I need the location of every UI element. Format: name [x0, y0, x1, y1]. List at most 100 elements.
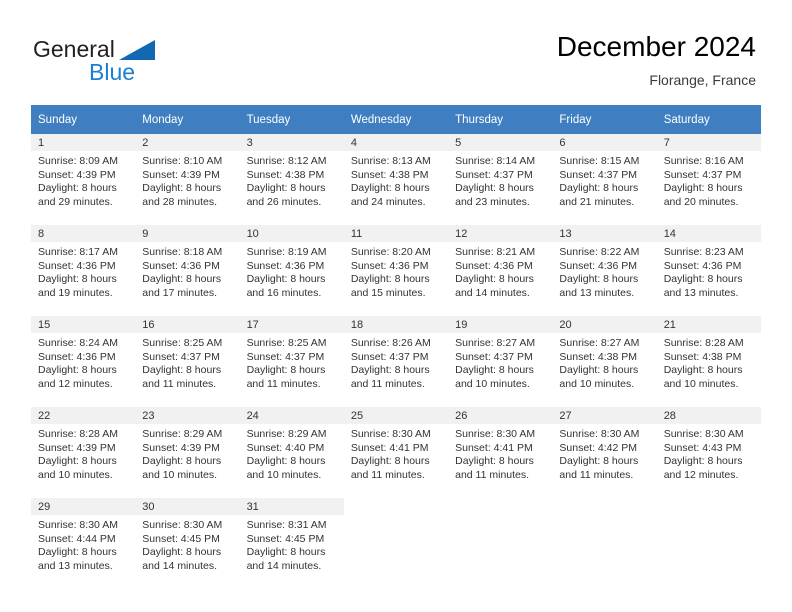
day-details: Sunrise: 8:24 AM Sunset: 4:36 PM Daylight:…: [31, 333, 135, 391]
sunset-time: Sunset: 4:36 PM: [142, 259, 220, 272]
calendar-day-cell[interactable]: 3 Sunrise: 8:12 AM Sunset: 4:38 PM Daylight…: [239, 134, 344, 218]
day-cell-inner: 22 Sunrise: 8:28 AM Sunset: 4:39 PM Dayligh…: [31, 407, 136, 490]
calendar-week-row: 22 Sunrise: 8:28 AM Sunset: 4:39 PM Dayligh…: [31, 407, 761, 491]
sunset-time: Sunset: 4:37 PM: [559, 168, 638, 181]
day-cell-inner: 10 Sunrise: 8:19 AM Sunset: 4:36 PM Dayligh…: [239, 225, 344, 308]
sunset-time: Sunset: 4:36 PM: [38, 350, 116, 363]
calendar-day-cell[interactable]: 9 Sunrise: 8:18 AM Sunset: 4:36 PM Daylight…: [135, 225, 240, 309]
sunset-time: Sunset: 4:39 PM: [38, 441, 116, 454]
day-cell-inner: 20 Sunrise: 8:27 AM Sunset: 4:38 PM Dayligh…: [552, 316, 657, 399]
week-separator-cell: [239, 308, 344, 316]
day-number: 16: [135, 316, 240, 333]
calendar-day-cell[interactable]: 21 Sunrise: 8:28 AM Sunset: 4:38 PM Dayligh…: [656, 316, 761, 400]
calendar-week-row: 8 Sunrise: 8:17 AM Sunset: 4:36 PM Daylight…: [31, 225, 761, 309]
week-separator-cell: [239, 399, 344, 407]
calendar-day-cell[interactable]: 26 Sunrise: 8:30 AM Sunset: 4:41 PM Dayligh…: [448, 407, 553, 491]
daylight-duration-line2: and 10 minutes.: [38, 468, 113, 481]
calendar-week-row: 1 Sunrise: 8:09 AM Sunset: 4:39 PM Daylight…: [31, 134, 761, 218]
day-details: Sunrise: 8:19 AM Sunset: 4:36 PM Daylight:…: [240, 242, 344, 300]
day-number: 25: [343, 407, 449, 424]
daylight-duration-line2: and 10 minutes.: [246, 468, 322, 481]
week-separator: [31, 217, 761, 225]
calendar-day-cell[interactable]: 19 Sunrise: 8:27 AM Sunset: 4:37 PM Dayligh…: [448, 316, 553, 400]
week-separator-cell: [135, 399, 240, 407]
calendar-day-cell[interactable]: 1 Sunrise: 8:09 AM Sunset: 4:39 PM Daylight…: [31, 134, 136, 218]
daylight-duration-line1: Daylight: 8 hours: [142, 455, 222, 468]
day-cell-inner: 15 Sunrise: 8:24 AM Sunset: 4:36 PM Dayligh…: [31, 316, 136, 399]
week-separator-cell: [31, 308, 136, 316]
sunset-time: Sunset: 4:39 PM: [142, 441, 220, 454]
day-cell-inner: 3 Sunrise: 8:12 AM Sunset: 4:38 PM Daylight…: [239, 134, 344, 217]
calendar-day-cell[interactable]: 6 Sunrise: 8:15 AM Sunset: 4:37 PM Daylight…: [552, 134, 657, 218]
calendar-day-cell[interactable]: 31 Sunrise: 8:31 AM Sunset: 4:45 PM Dayligh…: [239, 498, 344, 582]
calendar-day-cell[interactable]: 15 Sunrise: 8:24 AM Sunset: 4:36 PM Dayligh…: [31, 316, 136, 400]
calendar-day-cell[interactable]: 8 Sunrise: 8:17 AM Sunset: 4:36 PM Daylight…: [31, 225, 136, 309]
calendar-cell-empty: [656, 498, 761, 582]
week-separator-cell: [448, 399, 553, 407]
day-number: 22: [31, 407, 136, 424]
daylight-duration-line2: and 20 minutes.: [663, 195, 739, 208]
calendar-cell-empty: [448, 498, 553, 582]
day-details: [344, 515, 448, 519]
day-details: Sunrise: 8:22 AM Sunset: 4:36 PM Daylight:…: [552, 242, 656, 300]
daylight-duration-line2: and 17 minutes.: [142, 286, 217, 299]
week-separator-cell: [656, 217, 761, 225]
weekday-header-wednesday: Wednesday: [343, 105, 449, 134]
logo-triangle-icon: [119, 40, 155, 60]
daylight-duration-line1: Daylight: 8 hours: [455, 273, 534, 286]
weekday-header-friday: Friday: [552, 105, 657, 134]
day-number: 14: [656, 225, 761, 242]
day-details: Sunrise: 8:14 AM Sunset: 4:37 PM Daylight:…: [448, 151, 552, 209]
week-separator-cell: [31, 217, 136, 225]
week-separator-cell: [343, 217, 449, 225]
sunrise-time: Sunrise: 8:26 AM: [350, 337, 431, 349]
calendar-day-cell[interactable]: 16 Sunrise: 8:25 AM Sunset: 4:37 PM Dayligh…: [135, 316, 240, 400]
calendar-day-cell[interactable]: 25 Sunrise: 8:30 AM Sunset: 4:41 PM Dayligh…: [343, 407, 449, 491]
weekday-header-monday: Monday: [135, 105, 240, 134]
calendar-day-cell[interactable]: 29 Sunrise: 8:30 AM Sunset: 4:44 PM Dayligh…: [31, 498, 136, 582]
calendar-page: General Blue December 2024 Florange, Fra…: [0, 0, 792, 612]
day-number: [448, 498, 553, 515]
day-number: 3: [239, 134, 344, 151]
calendar-day-cell[interactable]: 18 Sunrise: 8:26 AM Sunset: 4:37 PM Dayligh…: [343, 316, 449, 400]
sunrise-time: Sunrise: 8:23 AM: [663, 246, 744, 258]
sunset-time: Sunset: 4:45 PM: [142, 532, 220, 545]
day-details: Sunrise: 8:29 AM Sunset: 4:40 PM Daylight:…: [240, 424, 344, 482]
calendar-day-cell[interactable]: 24 Sunrise: 8:29 AM Sunset: 4:40 PM Dayligh…: [239, 407, 344, 491]
calendar-day-cell[interactable]: 22 Sunrise: 8:28 AM Sunset: 4:39 PM Dayligh…: [31, 407, 136, 491]
calendar-day-cell[interactable]: 4 Sunrise: 8:13 AM Sunset: 4:38 PM Daylight…: [343, 134, 449, 218]
daylight-duration-line1: Daylight: 8 hours: [142, 182, 222, 195]
calendar-day-cell[interactable]: 7 Sunrise: 8:16 AM Sunset: 4:37 PM Daylight…: [656, 134, 761, 218]
day-cell-inner: [656, 498, 761, 581]
sunrise-time: Sunrise: 8:09 AM: [38, 155, 118, 167]
calendar-day-cell[interactable]: 10 Sunrise: 8:19 AM Sunset: 4:36 PM Dayligh…: [239, 225, 344, 309]
daylight-duration-line2: and 11 minutes.: [455, 468, 530, 481]
sunrise-time: Sunrise: 8:30 AM: [663, 428, 744, 440]
calendar-day-cell[interactable]: 23 Sunrise: 8:29 AM Sunset: 4:39 PM Dayligh…: [135, 407, 240, 491]
calendar-day-cell[interactable]: 5 Sunrise: 8:14 AM Sunset: 4:37 PM Daylight…: [448, 134, 553, 218]
calendar-day-cell[interactable]: 30 Sunrise: 8:30 AM Sunset: 4:45 PM Dayligh…: [135, 498, 240, 582]
sunset-time: Sunset: 4:37 PM: [663, 168, 742, 181]
sunrise-time: Sunrise: 8:13 AM: [350, 155, 431, 167]
daylight-duration-line2: and 13 minutes.: [38, 559, 113, 572]
sunrise-time: Sunrise: 8:25 AM: [246, 337, 327, 349]
day-details: Sunrise: 8:18 AM Sunset: 4:36 PM Daylight:…: [135, 242, 239, 300]
calendar-day-cell[interactable]: 20 Sunrise: 8:27 AM Sunset: 4:38 PM Dayligh…: [552, 316, 657, 400]
day-number: 23: [135, 407, 240, 424]
calendar-day-cell[interactable]: 14 Sunrise: 8:23 AM Sunset: 4:36 PM Dayligh…: [656, 225, 761, 309]
calendar-day-cell[interactable]: 11 Sunrise: 8:20 AM Sunset: 4:36 PM Dayligh…: [343, 225, 449, 309]
sunrise-time: Sunrise: 8:30 AM: [350, 428, 431, 440]
calendar-day-cell[interactable]: 2 Sunrise: 8:10 AM Sunset: 4:39 PM Daylight…: [135, 134, 240, 218]
day-details: Sunrise: 8:31 AM Sunset: 4:45 PM Daylight:…: [240, 515, 344, 573]
sunrise-time: Sunrise: 8:21 AM: [455, 246, 536, 258]
calendar-day-cell[interactable]: 13 Sunrise: 8:22 AM Sunset: 4:36 PM Dayligh…: [552, 225, 657, 309]
day-cell-inner: 30 Sunrise: 8:30 AM Sunset: 4:45 PM Dayligh…: [135, 498, 240, 581]
calendar-day-cell[interactable]: 28 Sunrise: 8:30 AM Sunset: 4:43 PM Dayligh…: [656, 407, 761, 491]
calendar-day-cell[interactable]: 17 Sunrise: 8:25 AM Sunset: 4:37 PM Dayligh…: [239, 316, 344, 400]
day-number: 28: [656, 407, 761, 424]
calendar-day-cell[interactable]: 27 Sunrise: 8:30 AM Sunset: 4:42 PM Dayligh…: [552, 407, 657, 491]
day-details: Sunrise: 8:21 AM Sunset: 4:36 PM Daylight:…: [448, 242, 552, 300]
calendar-day-cell[interactable]: 12 Sunrise: 8:21 AM Sunset: 4:36 PM Dayligh…: [448, 225, 553, 309]
weekday-header-saturday: Saturday: [656, 105, 761, 134]
general-blue-logo[interactable]: General Blue: [33, 36, 253, 88]
